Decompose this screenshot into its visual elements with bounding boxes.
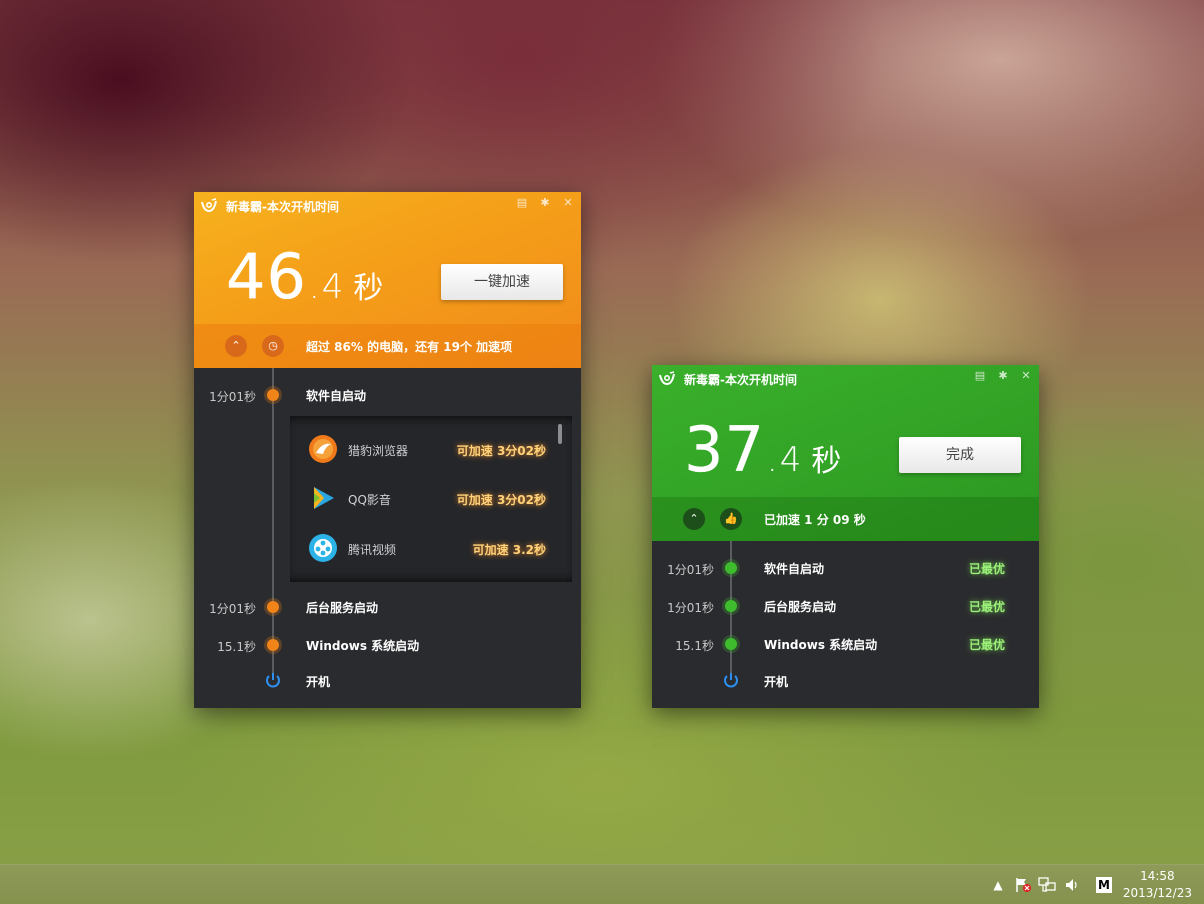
row-time: 1分01秒 [667, 563, 714, 577]
one-click-speedup-button[interactable]: 一键加速 [441, 264, 563, 300]
taskbar: ▲ M 14:58 2013/12/23 [0, 864, 1204, 904]
boot-time-integer: 37 [684, 413, 765, 486]
thumbs-up-icon: 👍 [720, 508, 742, 530]
timeline-node [725, 600, 737, 612]
summary-bar: ⌃ 👍 已加速 1 分 09 秒 [652, 497, 1039, 541]
close-icon[interactable]: ✕ [561, 196, 575, 210]
item-name: 猎豹浏览器 [348, 444, 409, 458]
timeline-row-windows-startup[interactable]: 15.1秒 Windows 系统启动 已最优 [652, 634, 1039, 654]
timeline-node [725, 638, 737, 650]
boot-time-decimal: 4 [779, 440, 802, 480]
duba-logo-icon [659, 371, 675, 386]
gear-icon[interactable]: ✱ [538, 196, 552, 210]
row-label: Windows 系统启动 [306, 639, 420, 653]
item-name: 腾讯视频 [348, 543, 397, 557]
row-time: 15.1秒 [675, 639, 714, 653]
clock-icon: ◷ [262, 335, 284, 357]
boot-time-dot: . [308, 267, 320, 307]
summary-text: 已加速 1 分 09 秒 [764, 513, 866, 527]
ime-indicator[interactable]: M [1096, 877, 1112, 893]
liebao-browser-icon [309, 435, 337, 463]
close-icon[interactable]: ✕ [1019, 369, 1033, 383]
status-badge: 已最优 [968, 638, 1005, 652]
item-gain: 可加速 3分02秒 [456, 493, 546, 507]
network-icon[interactable] [1038, 877, 1056, 893]
timeline-node [267, 639, 279, 651]
status-badge: 已最优 [968, 562, 1005, 576]
volume-icon[interactable] [1064, 877, 1080, 893]
boot-time-window-green: 新毒霸-本次开机时间 ▤ ✱ ✕ 37 . 4 秒 完成 ⌃ 👍 已加速 1 分… [652, 365, 1039, 708]
row-time: 15.1秒 [217, 640, 256, 654]
boot-time-display: 37 . 4 秒 [684, 413, 842, 486]
power-icon [724, 673, 738, 688]
boot-time-unit: 秒 [353, 271, 384, 306]
tencent-video-icon [309, 534, 337, 562]
clock-time: 14:58 [1140, 869, 1175, 883]
row-time: 1分01秒 [209, 390, 256, 404]
timeline-node [725, 562, 737, 574]
qq-player-icon [314, 487, 334, 509]
row-time: 1分01秒 [667, 601, 714, 615]
timeline-row-service-startup[interactable]: 1分01秒 后台服务启动 已最优 [652, 596, 1039, 616]
row-label: 后台服务启动 [306, 601, 379, 615]
timeline-row-service-startup[interactable]: 1分01秒 后台服务启动 [194, 597, 581, 617]
window-title: 新毒霸-本次开机时间 [226, 199, 339, 214]
show-hidden-icons-icon[interactable]: ▲ [992, 877, 1004, 893]
power-icon [266, 673, 280, 688]
summary-text: 超过 86% 的电脑，还有 19个 加速项 [306, 340, 513, 354]
row-label: 软件自启动 [306, 389, 367, 403]
boot-time-decimal: 4 [321, 267, 344, 307]
row-label: Windows 系统启动 [764, 638, 878, 652]
collapse-chevron-icon[interactable]: ⌃ [683, 508, 705, 530]
clock-date: 2013/12/23 [1122, 886, 1192, 900]
title-bar[interactable]: 新毒霸-本次开机时间 ▤ ✱ ✕ [652, 365, 1039, 393]
done-button[interactable]: 完成 [899, 437, 1021, 473]
gear-icon[interactable]: ✱ [996, 369, 1010, 383]
row-time: 1分01秒 [209, 602, 256, 616]
feedback-icon[interactable]: ▤ [973, 369, 987, 383]
timeline-line [272, 368, 274, 678]
timeline-row-power-on: 开机 [652, 671, 1039, 691]
duba-logo-icon [201, 198, 217, 213]
boot-time-window-orange: 新毒霸-本次开机时间 ▤ ✱ ✕ 46 . 4 秒 一键加速 ⌃ ◷ 超过 86… [194, 192, 581, 708]
list-item[interactable]: 腾讯视频 可加速 3.2秒 [290, 531, 572, 565]
row-label: 开机 [764, 675, 789, 689]
list-item[interactable]: QQ影音 可加速 3分02秒 [290, 481, 572, 515]
boot-time-dot: . [766, 440, 778, 480]
timeline-row-software-startup[interactable]: 1分01秒 软件自启动 [194, 385, 581, 405]
system-clock[interactable]: 14:58 2013/12/23 [1123, 868, 1192, 902]
window-header: 新毒霸-本次开机时间 ▤ ✱ ✕ 37 . 4 秒 完成 ⌃ 👍 已加速 1 分… [652, 365, 1039, 541]
title-bar[interactable]: 新毒霸-本次开机时间 ▤ ✱ ✕ [194, 192, 581, 220]
row-label: 软件自启动 [764, 562, 825, 576]
feedback-icon[interactable]: ▤ [515, 196, 529, 210]
boot-time-unit: 秒 [811, 444, 842, 479]
item-gain: 可加速 3分02秒 [456, 444, 546, 458]
boot-time-display: 46 . 4 秒 [226, 240, 384, 313]
timeline-row-software-startup[interactable]: 1分01秒 软件自启动 已最优 [652, 558, 1039, 578]
action-center-flag-icon[interactable] [1014, 877, 1032, 893]
timeline-row-power-on: 开机 [194, 671, 581, 691]
row-label: 开机 [306, 675, 331, 689]
item-gain: 可加速 3.2秒 [472, 543, 546, 557]
item-name: QQ影音 [348, 493, 391, 507]
timeline-row-windows-startup[interactable]: 15.1秒 Windows 系统启动 [194, 635, 581, 655]
window-title: 新毒霸-本次开机时间 [684, 372, 797, 387]
boot-time-integer: 46 [226, 240, 307, 313]
list-item[interactable]: 猎豹浏览器 可加速 3分02秒 [290, 432, 572, 466]
summary-bar: ⌃ ◷ 超过 86% 的电脑，还有 19个 加速项 [194, 324, 581, 368]
timeline-node [267, 601, 279, 613]
timeline-node [267, 389, 279, 401]
window-header: 新毒霸-本次开机时间 ▤ ✱ ✕ 46 . 4 秒 一键加速 ⌃ ◷ 超过 86… [194, 192, 581, 368]
status-badge: 已最优 [968, 600, 1005, 614]
startup-items-list[interactable]: 猎豹浏览器 可加速 3分02秒 QQ影音 可加速 3分02秒 腾讯视频 可加速 … [290, 416, 572, 582]
row-label: 后台服务启动 [764, 600, 837, 614]
collapse-chevron-icon[interactable]: ⌃ [225, 335, 247, 357]
